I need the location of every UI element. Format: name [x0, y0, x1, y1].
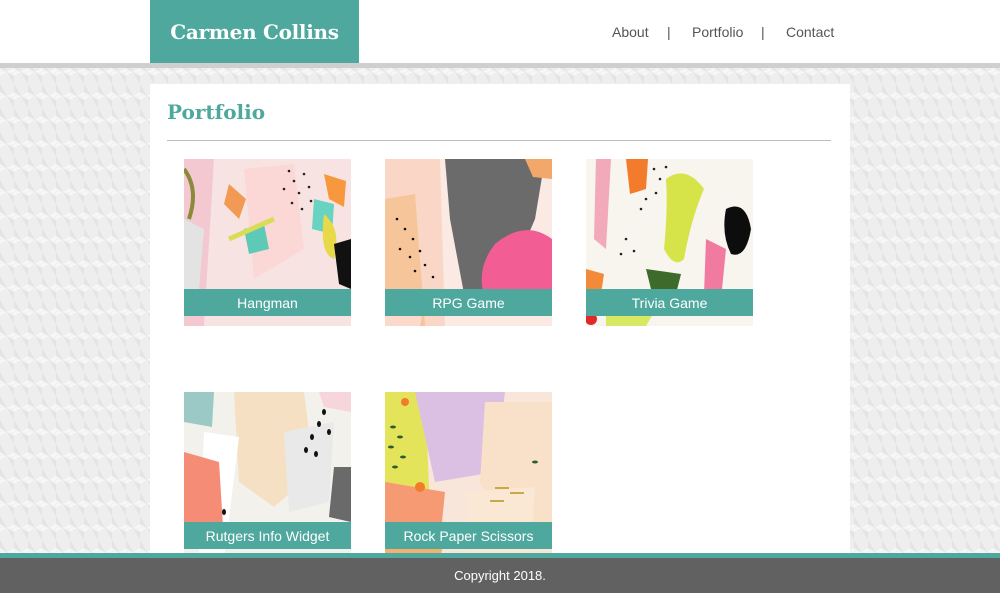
project-label: Rock Paper Scissors — [385, 522, 552, 549]
main-nav: About | Portfolio | Contact — [600, 0, 840, 63]
project-card-trivia-game[interactable]: Trivia Game — [586, 159, 753, 326]
nav-about[interactable]: About — [612, 24, 649, 40]
nav-separator: | — [667, 24, 671, 40]
project-card-rock-paper-scissors[interactable]: Rock Paper Scissors — [385, 392, 552, 559]
title-divider — [167, 140, 831, 141]
project-card-rutgers-info-widget[interactable]: Rutgers Info Widget — [184, 392, 351, 559]
page-title: Portfolio — [167, 100, 266, 124]
site-header: Carmen Collins About | Portfolio | Conta… — [0, 0, 1000, 68]
project-label: Hangman — [184, 289, 351, 316]
nav-separator: | — [761, 24, 765, 40]
project-label: Rutgers Info Widget — [184, 522, 351, 549]
project-card-hangman[interactable]: Hangman — [184, 159, 351, 326]
project-label: RPG Game — [385, 289, 552, 316]
nav-contact[interactable]: Contact — [786, 24, 834, 40]
copyright-text: Copyright 2018. — [454, 568, 546, 583]
brand-logo[interactable]: Carmen Collins — [150, 0, 359, 63]
project-card-rpg-game[interactable]: RPG Game — [385, 159, 552, 326]
portfolio-panel: Portfolio Hangman RPG Game Trivia Game R… — [150, 84, 850, 559]
project-label: Trivia Game — [586, 289, 753, 316]
site-footer: Copyright 2018. — [0, 558, 1000, 593]
nav-portfolio[interactable]: Portfolio — [692, 24, 743, 40]
